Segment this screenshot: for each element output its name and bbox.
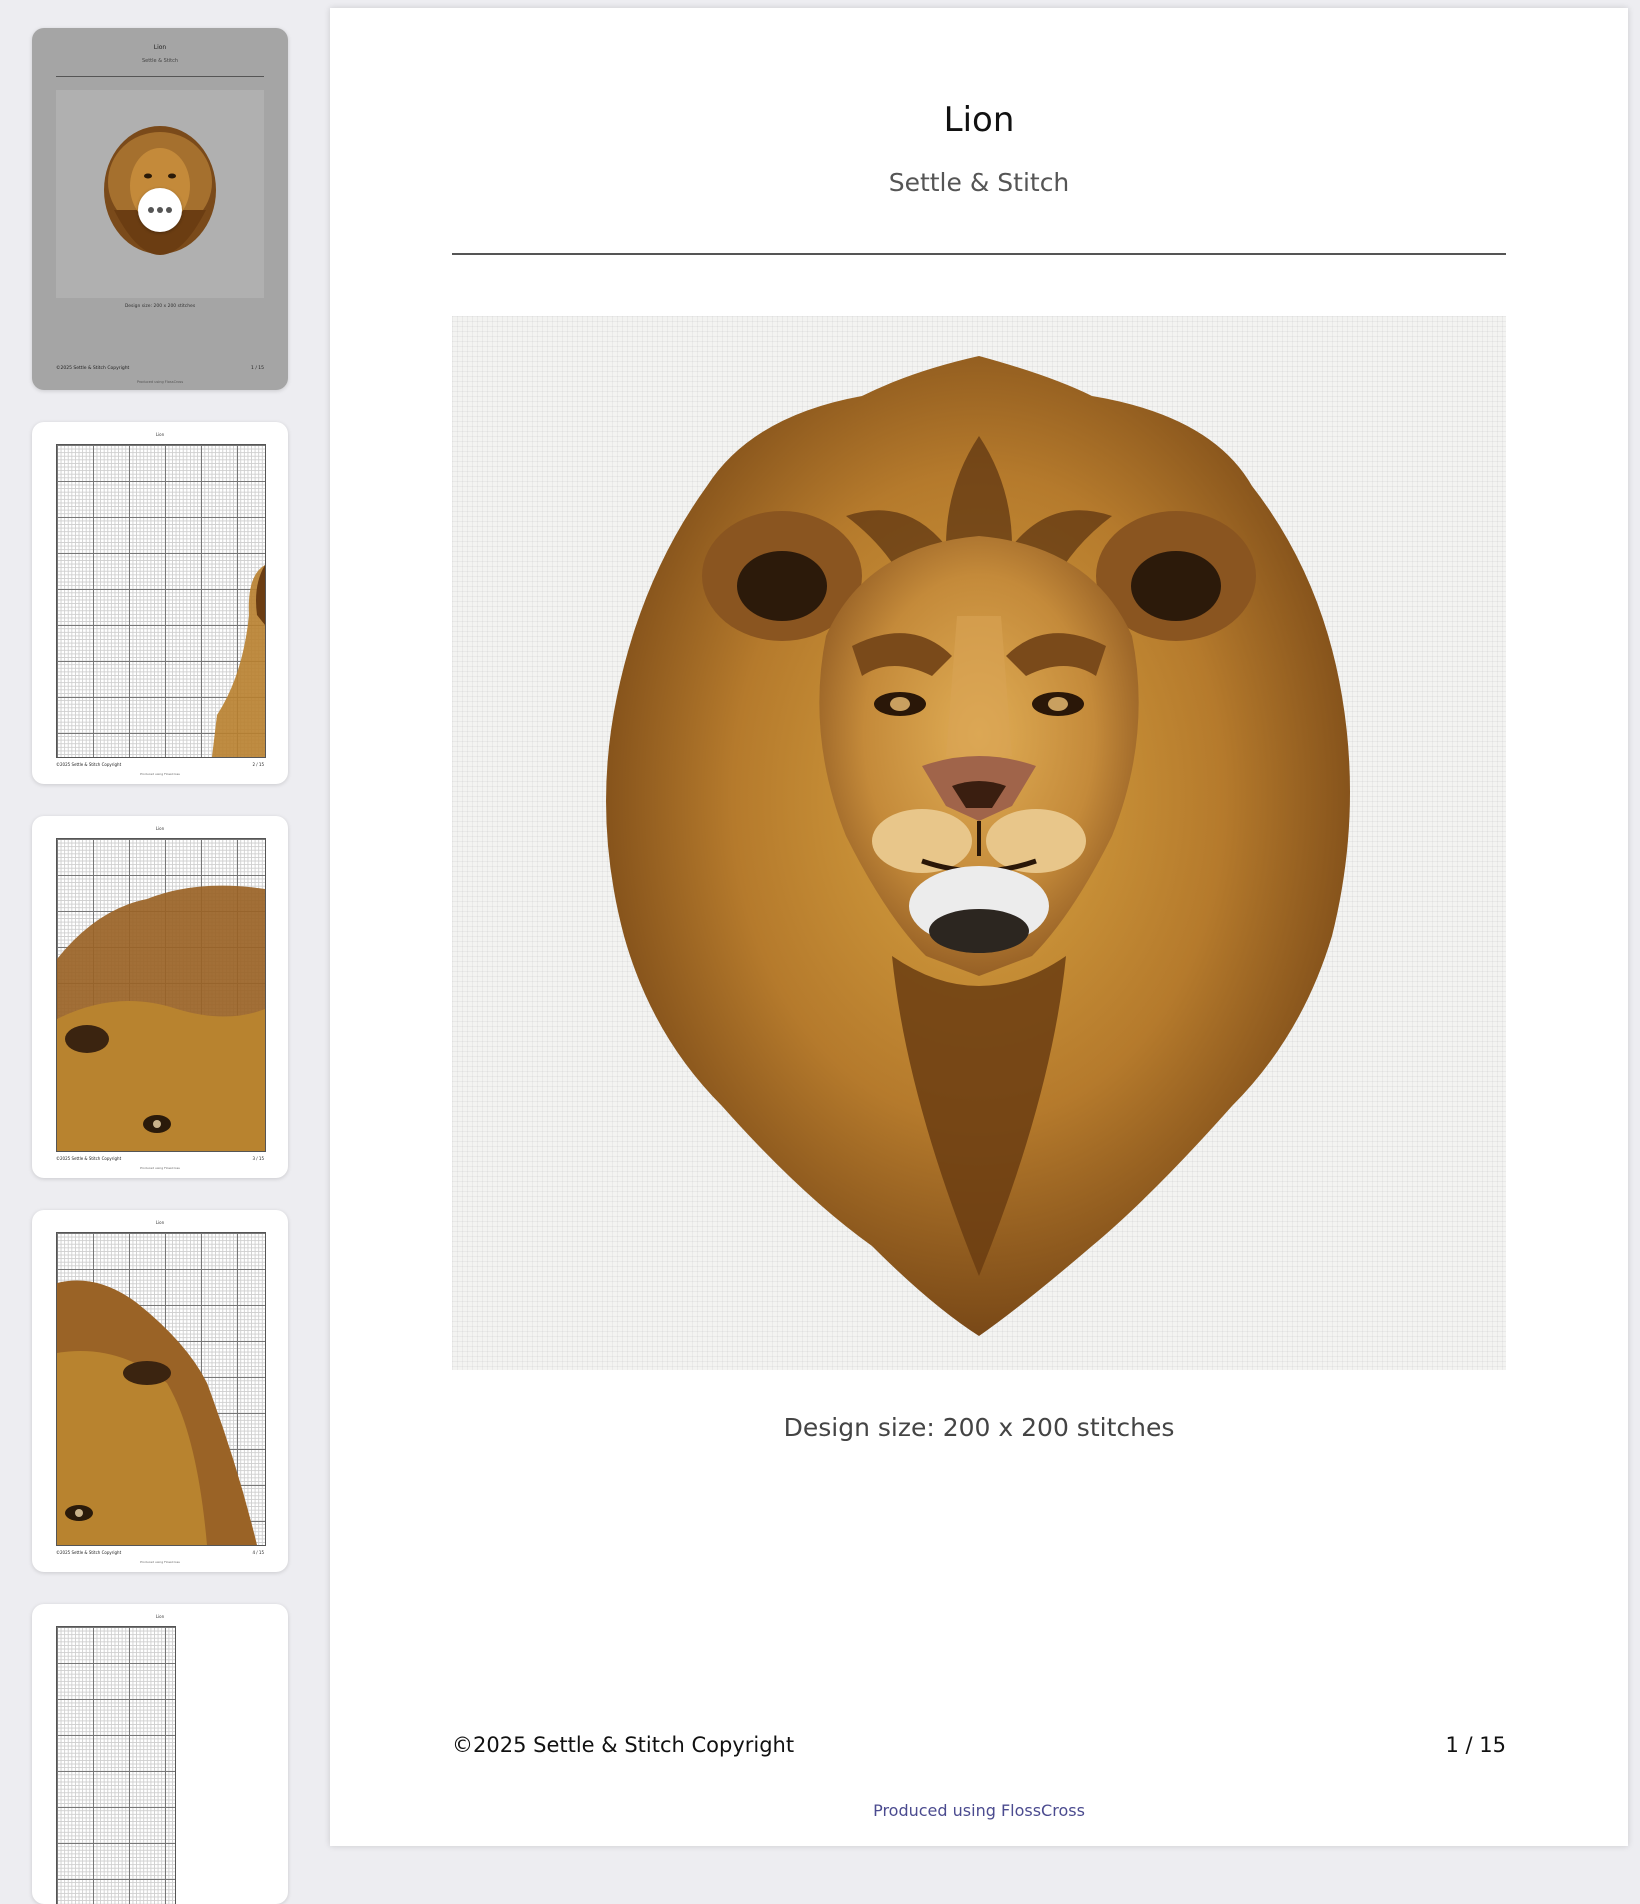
title-divider (452, 253, 1506, 255)
more-horizontal-icon (148, 207, 154, 213)
thumbnail-copyright: ©2025 Settle & Stitch Copyright (56, 762, 122, 767)
page-number: 1 / 15 (1445, 1733, 1506, 1757)
thumbnail-copyright: ©2025 Settle & Stitch Copyright (56, 366, 130, 371)
page-title: Lion (943, 100, 1015, 140)
thumbnail-copyright: ©2025 Settle & Stitch Copyright (56, 1156, 122, 1161)
thumbnail-produced: Produced using FlossCross (140, 1560, 180, 1564)
chart-grid-preview (56, 444, 266, 758)
thumbnail-copyright: ©2025 Settle & Stitch Copyright (56, 1550, 122, 1555)
thumbnail-caption: Design size: 200 x 200 stitches (124, 304, 196, 309)
thumbnail-page-number: 4 / 15 (252, 1550, 264, 1555)
thumbnail-title: Lion (155, 826, 165, 831)
thumbnail-produced: Produced using FlossCross (136, 380, 184, 384)
thumbnail-page-number: 3 / 15 (252, 1156, 264, 1161)
lion-cross-stitch-image (452, 316, 1506, 1370)
design-size-caption: Design size: 200 x 200 stitches (783, 1413, 1175, 1442)
thumbnail-title: Lion (155, 1220, 165, 1225)
thumbnail-produced: Produced using FlossCross (140, 772, 180, 776)
page-thumbnail-4[interactable]: Lion ©2025 Settle & Stitch Copyright 4 /… (32, 1210, 288, 1572)
page-thumbnail-3[interactable]: Lion ©2025 Settle & Stitch Copyright 3 /… (32, 816, 288, 1178)
thumbnail-title: Lion (155, 1614, 165, 1619)
chart-grid-preview (56, 838, 266, 1152)
chart-grid-preview (56, 1626, 176, 1904)
thumbnail-divider (56, 76, 264, 77)
produced-by-link[interactable]: Produced using FlossCross (330, 1801, 1628, 1820)
page-thumbnail-5[interactable]: Lion (32, 1604, 288, 1904)
thumbnail-page-number: 1 / 15 (251, 366, 264, 371)
document-page: Lion Settle & Stitch Design size: 200 x … (330, 8, 1628, 1846)
page-thumbnail-2[interactable]: Lion ©2025 Settle & Stitch Copyright 2 /… (32, 422, 288, 784)
chart-grid-preview (56, 1232, 266, 1546)
thumbnail-subtitle: Settle & Stitch (141, 58, 179, 64)
thumbnail-produced: Produced using FlossCross (140, 1166, 180, 1170)
thumbnail-title: Lion (153, 44, 167, 51)
copyright-footer: ©2025 Settle & Stitch Copyright (452, 1733, 795, 1757)
thumbnail-page-number: 2 / 15 (252, 762, 264, 767)
page-subtitle: Settle & Stitch (888, 168, 1070, 197)
thumbnail-title: Lion (155, 432, 165, 437)
more-options-button[interactable] (138, 188, 182, 232)
page-thumbnail-1[interactable]: Lion Settle & Stitch Design size: 200 x … (32, 28, 288, 390)
thumbnail-sidebar: Lion Settle & Stitch Design size: 200 x … (0, 0, 320, 1904)
